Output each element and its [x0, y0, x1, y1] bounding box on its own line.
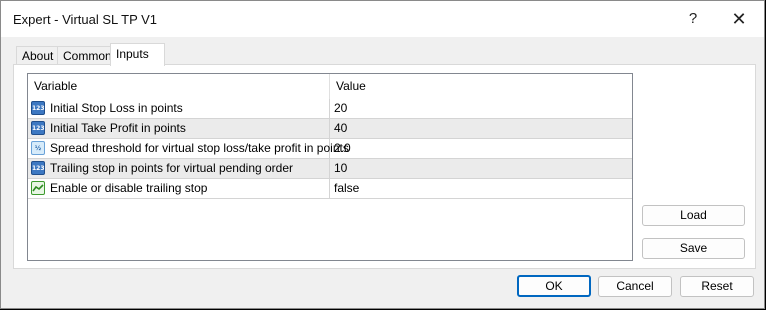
help-icon[interactable]: ?	[675, 7, 711, 31]
value-cell[interactable]: 20	[334, 99, 347, 118]
variable-name: Enable or disable trailing stop	[50, 181, 208, 195]
column-header-variable[interactable]: Variable	[28, 74, 330, 99]
tab-inputs[interactable]: Inputs	[110, 43, 165, 66]
integer-type-icon: 123	[31, 121, 45, 135]
variable-cell: 123 Initial Stop Loss in points	[28, 99, 330, 118]
value-cell[interactable]: 10	[334, 159, 347, 178]
close-icon[interactable]: ✕	[721, 7, 757, 31]
grid-header: Variable Value	[28, 74, 632, 99]
value-cell[interactable]: 2.0	[334, 139, 351, 158]
value-cell[interactable]: false	[334, 179, 359, 198]
variable-cell: 123 Initial Take Profit in points	[28, 119, 330, 138]
value-cell[interactable]: 40	[334, 119, 347, 138]
integer-type-icon: 123	[31, 101, 45, 115]
save-button[interactable]: Save	[642, 238, 745, 259]
table-row[interactable]: 123 Initial Stop Loss in points 20	[28, 99, 632, 119]
reset-button[interactable]: Reset	[680, 276, 754, 297]
ok-button[interactable]: OK	[517, 275, 591, 297]
table-row[interactable]: 123 Initial Take Profit in points 40	[28, 119, 632, 139]
cancel-button[interactable]: Cancel	[598, 276, 672, 297]
variable-name: Spread threshold for virtual stop loss/t…	[50, 141, 349, 155]
window-title: Expert - Virtual SL TP V1	[13, 12, 158, 27]
table-row[interactable]: Enable or disable trailing stop false	[28, 179, 632, 199]
title-bar: Expert - Virtual SL TP V1 ? ✕	[1, 1, 764, 37]
integer-type-icon: 123	[31, 161, 45, 175]
variable-cell: 123 Trailing stop in points for virtual …	[28, 159, 330, 178]
inputs-grid: Variable Value 123 Initial Stop Loss in …	[27, 73, 633, 261]
variable-cell: Enable or disable trailing stop	[28, 179, 330, 198]
table-row[interactable]: 123 Trailing stop in points for virtual …	[28, 159, 632, 179]
variable-name: Initial Take Profit in points	[50, 121, 186, 135]
tab-about[interactable]: About	[16, 46, 61, 66]
expert-dialog: Expert - Virtual SL TP V1 ? ✕ About Comm…	[0, 0, 765, 309]
variable-name: Initial Stop Loss in points	[50, 101, 183, 115]
column-header-value[interactable]: Value	[330, 74, 632, 99]
double-type-icon: ½	[31, 141, 45, 155]
tab-common[interactable]: Common	[57, 46, 117, 66]
table-row[interactable]: ½ Spread threshold for virtual stop loss…	[28, 139, 632, 159]
inputs-panel: Variable Value 123 Initial Stop Loss in …	[13, 64, 756, 269]
variable-cell: ½ Spread threshold for virtual stop loss…	[28, 139, 349, 158]
boolean-type-icon	[31, 181, 45, 195]
variable-name: Trailing stop in points for virtual pend…	[50, 161, 294, 175]
load-button[interactable]: Load	[642, 205, 745, 226]
